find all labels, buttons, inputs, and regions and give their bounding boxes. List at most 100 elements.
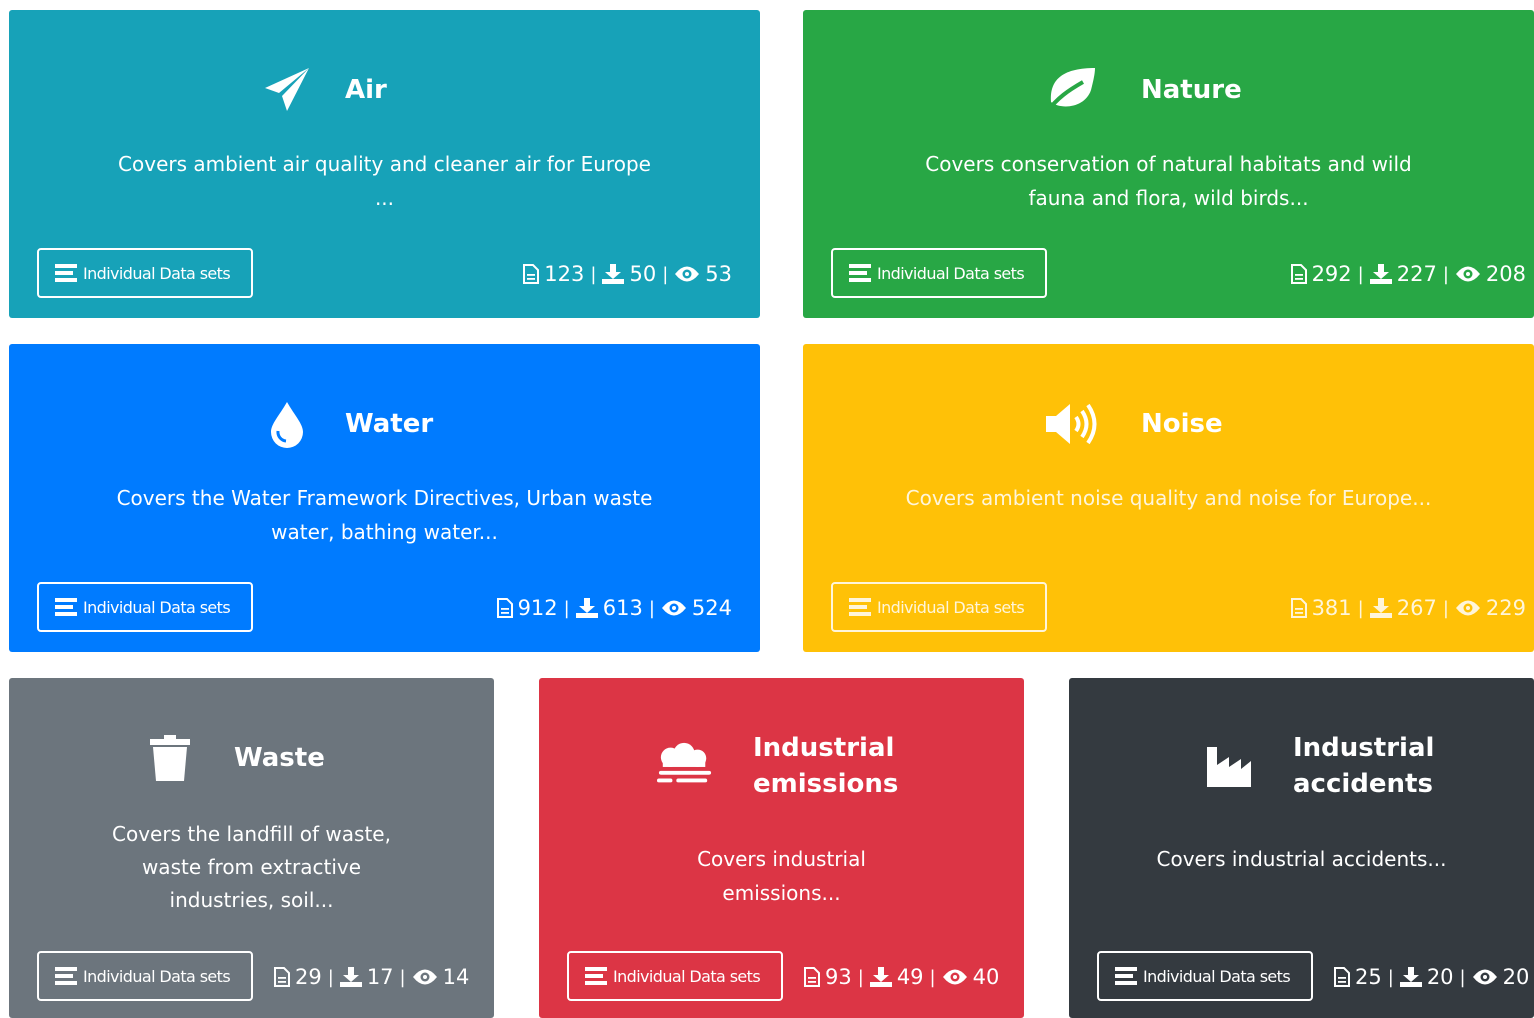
card-stats: 123 | 50 | 53 [523,262,732,286]
card-stats: 29 | 17 | 14 [274,965,469,989]
individual-datasets-button[interactable]: Individual Data sets [831,582,1047,632]
button-label: Individual Data sets [877,597,1025,617]
trash-icon [142,730,198,786]
card-header: Waste [142,730,325,786]
smog-icon [657,738,713,794]
button-label: Individual Data sets [83,597,231,617]
card-header: Industrial emissions [657,730,913,802]
download-icon [1399,967,1422,987]
card-header: Air [259,62,387,118]
documents-count: 292 [1311,262,1352,286]
views-count: 229 [1485,596,1526,620]
list-icon [55,597,77,617]
document-icon [1334,967,1350,987]
document-icon [1290,598,1307,618]
documents-count: 381 [1311,596,1352,620]
eye-icon [1472,968,1498,986]
card-waste: Waste Covers the landfill of waste, wast… [9,678,494,1018]
card-industrial-emissions: Industrial emissions Covers industrial e… [539,678,1024,1018]
individual-datasets-button[interactable]: Individual Data sets [37,582,253,632]
card-description: Covers the landfill of waste, waste from… [112,822,391,912]
list-icon [849,263,871,283]
views-count: 524 [691,596,732,620]
card-title: Noise [1141,409,1223,439]
card-nature: Nature Covers conservation of natural ha… [803,10,1534,318]
downloads-count: 227 [1396,262,1437,286]
card-description: Covers the Water Framework Directives, U… [116,486,653,544]
documents-count: 29 [295,965,322,989]
documents-count: 93 [825,965,852,989]
list-icon [55,263,77,283]
paper-plane-icon [259,62,315,118]
individual-datasets-button[interactable]: Individual Data sets [567,951,783,1001]
card-water: Water Covers the Water Framework Directi… [9,344,760,652]
card-stats: 912 | 613 | 524 [496,596,732,620]
document-icon [804,967,820,987]
card-stats: 381 | 267 | 229 [1290,596,1526,620]
downloads-count: 50 [629,262,657,286]
documents-count: 912 [517,596,558,620]
card-stats: 25 | 20 | 20 [1334,965,1529,989]
document-icon [496,598,513,618]
card-description: Covers ambient noise quality and noise f… [905,486,1432,510]
card-stats: 93 | 49 | 40 [804,965,999,989]
individual-datasets-button[interactable]: Individual Data sets [37,951,253,1001]
document-icon [523,264,540,284]
views-count: 14 [442,965,470,989]
card-header: Noise [1043,396,1223,452]
leaf-icon [1043,62,1099,118]
card-industrial-accidents: Industrial accidents Covers industrial a… [1069,678,1534,1018]
download-icon [575,598,598,618]
document-icon [274,967,290,987]
card-description: Covers industrial accidents... [1156,847,1447,871]
card-header: Water [259,396,433,452]
download-icon [1369,264,1392,284]
eye-icon [1455,599,1481,617]
eye-icon [674,265,700,283]
factory-icon [1201,738,1257,794]
card-title: Industrial accidents [1293,733,1435,799]
views-count: 20 [1502,965,1530,989]
document-icon [1290,264,1307,284]
individual-datasets-button[interactable]: Individual Data sets [1097,951,1313,1001]
list-icon [849,597,871,617]
eye-icon [412,968,438,986]
button-label: Individual Data sets [83,263,231,283]
card-stats: 292 | 227 | 208 [1290,262,1526,286]
views-count: 208 [1485,262,1526,286]
downloads-count: 49 [896,965,924,989]
card-title: Industrial emissions [753,733,899,799]
card-title: Waste [234,743,325,773]
card-title: Water [345,409,434,439]
list-icon [585,966,607,986]
list-icon [1115,966,1137,986]
card-description: Covers conservation of natural habitats … [925,152,1412,210]
views-count: 53 [705,262,732,286]
downloads-count: 17 [366,965,394,989]
card-description: Covers industrial emissions... [697,847,866,905]
card-header: Industrial accidents [1201,730,1453,802]
download-icon [869,967,892,987]
documents-count: 123 [544,262,585,286]
eye-icon [942,968,968,986]
download-icon [1369,598,1392,618]
views-count: 40 [972,965,1000,989]
water-drop-icon [259,396,315,452]
individual-datasets-button[interactable]: Individual Data sets [831,248,1047,298]
card-noise: Noise Covers ambient noise quality and n… [803,344,1534,652]
eye-icon [661,599,687,617]
downloads-count: 20 [1426,965,1454,989]
button-label: Individual Data sets [1143,966,1291,986]
individual-datasets-button[interactable]: Individual Data sets [37,248,253,298]
button-label: Individual Data sets [83,966,231,986]
card-description: Covers ambient air quality and cleaner a… [118,152,651,210]
eye-icon [1455,265,1481,283]
list-icon [55,966,77,986]
card-title: Nature [1141,75,1242,105]
volume-icon [1043,396,1099,452]
documents-count: 25 [1355,965,1382,989]
downloads-count: 267 [1396,596,1437,620]
downloads-count: 613 [602,596,643,620]
download-icon [339,967,362,987]
card-header: Nature [1043,62,1242,118]
